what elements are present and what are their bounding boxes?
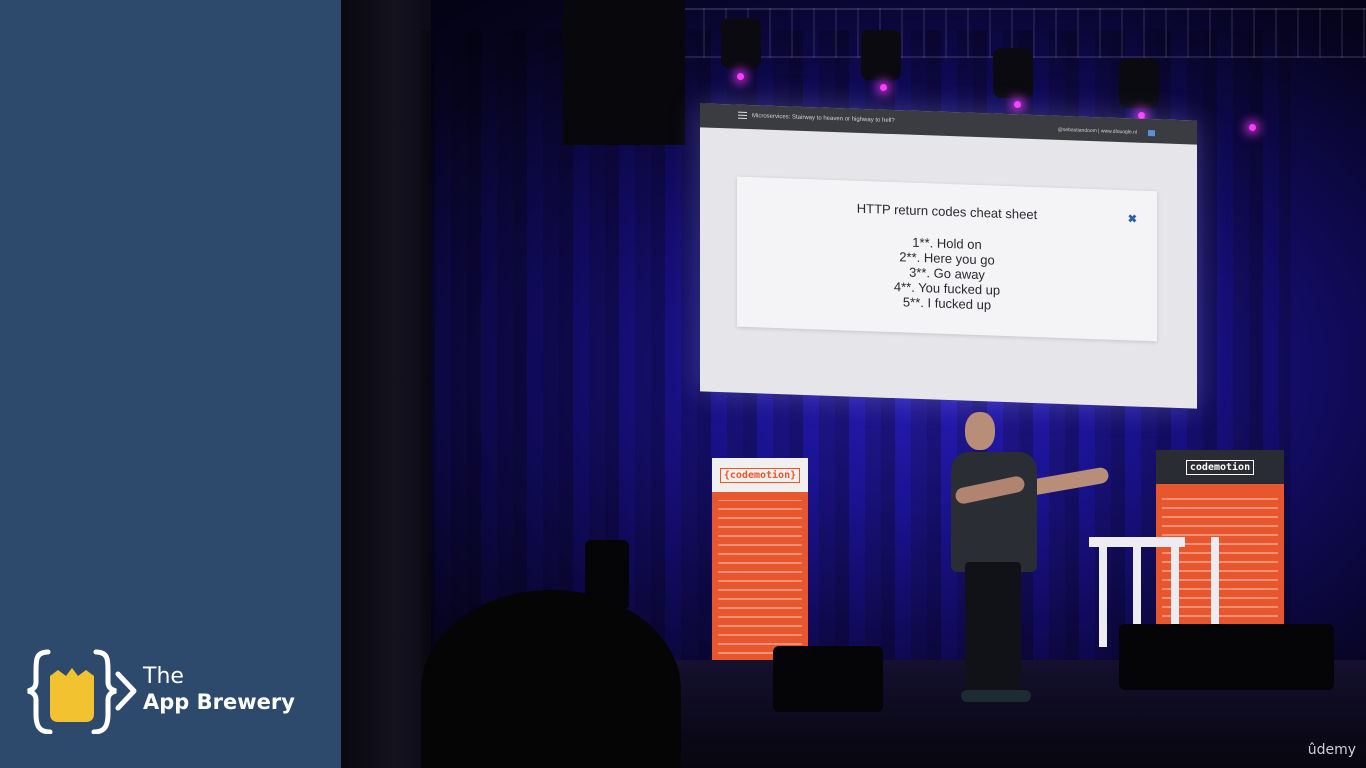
light-fixture (861, 30, 901, 80)
presenter-shoes (961, 690, 1031, 702)
cheat-sheet-card: HTTP return codes cheat sheet ✖ 1**. Hol… (737, 176, 1157, 342)
light-fixture (1119, 58, 1159, 108)
light-fixture (993, 48, 1033, 98)
linkedin-icon (1148, 129, 1155, 137)
udemy-watermark: ûdemy (1307, 742, 1356, 758)
cheat-sheet-heading: HTTP return codes cheat sheet (856, 200, 1038, 223)
brand-name-label: App Brewery (143, 690, 295, 715)
close-icon: ✖ (1127, 213, 1137, 226)
conference-video-frame[interactable]: Microservices: Stairway to heaven or hig… (341, 0, 1366, 768)
codemotion-logo: codemotion (1185, 459, 1255, 475)
presenter-head (965, 412, 995, 450)
http-codes-list: 1**. Hold on 2**. Here you go 3**. Go aw… (737, 229, 1157, 319)
banner-pattern (718, 500, 802, 670)
presenter (949, 412, 1119, 712)
app-brewery-brand: The App Brewery (26, 648, 326, 738)
hanging-speaker (563, 0, 685, 145)
brand-side-panel: The App Brewery (0, 0, 341, 768)
stage-table-leg (1211, 537, 1219, 631)
codemotion-banner-left: {codemotion} (712, 458, 808, 676)
light-fixture (721, 18, 761, 68)
hamburger-menu-icon (738, 111, 747, 119)
presenter-legs (965, 562, 1021, 692)
magenta-spotlight (1014, 101, 1021, 108)
banner-head: {codemotion} (712, 458, 808, 492)
stage-left-structure (341, 0, 431, 768)
magenta-spotlight (737, 73, 744, 80)
stage-table-leg (1171, 547, 1179, 631)
stage-monitor-speaker (1119, 624, 1334, 690)
presenter-torso (951, 452, 1037, 572)
projection-screen: Microservices: Stairway to heaven or hig… (700, 103, 1197, 409)
banner-pattern (1162, 492, 1278, 624)
slide-header-handle: @sebastiandoom | www.dlouogle.nl (1057, 126, 1137, 136)
slide-header-title: Microservices: Stairway to heaven or hig… (752, 113, 895, 125)
codemotion-logo: {codemotion} (719, 467, 801, 483)
stage-monitor-speaker (773, 646, 883, 712)
magenta-spotlight (1249, 124, 1256, 131)
curly-braces-mug-logo-icon (27, 649, 137, 734)
brand-the-label: The (143, 664, 184, 689)
stage-table-leg (1133, 547, 1141, 631)
brand-wordmark: The App Brewery (143, 664, 295, 716)
banner-head: codemotion (1156, 450, 1284, 484)
magenta-spotlight (880, 84, 887, 91)
